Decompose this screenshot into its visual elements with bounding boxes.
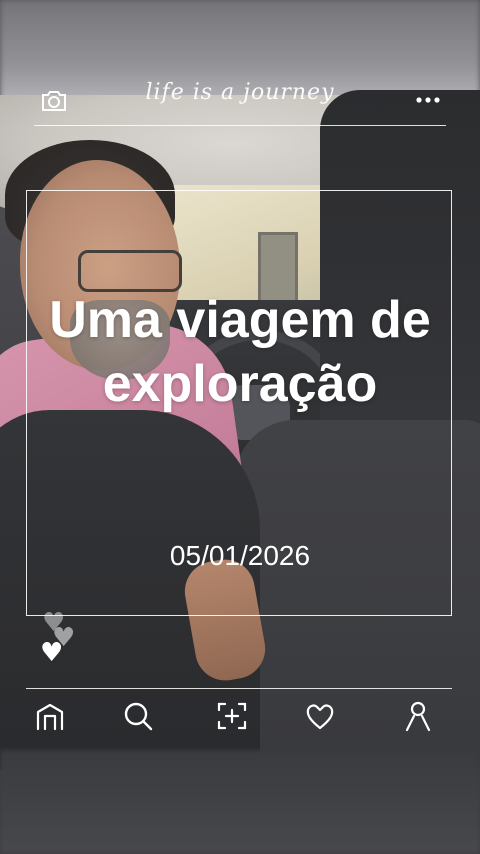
app-title: life is a journey [145, 80, 335, 105]
search-icon[interactable] [122, 700, 154, 732]
profile-icon[interactable] [402, 700, 434, 732]
nav-divider [26, 688, 452, 689]
heart-icon[interactable]: ♥ [40, 640, 63, 666]
add-photo-icon[interactable] [216, 700, 248, 732]
post-date: 05/01/2026 [169, 540, 311, 571]
post-title: Uma viagem de exploração [49, 291, 431, 413]
home-icon[interactable] [34, 700, 66, 732]
header-divider [34, 125, 446, 126]
heart-outline-icon[interactable] [304, 700, 336, 732]
more-icon[interactable] [414, 90, 442, 110]
